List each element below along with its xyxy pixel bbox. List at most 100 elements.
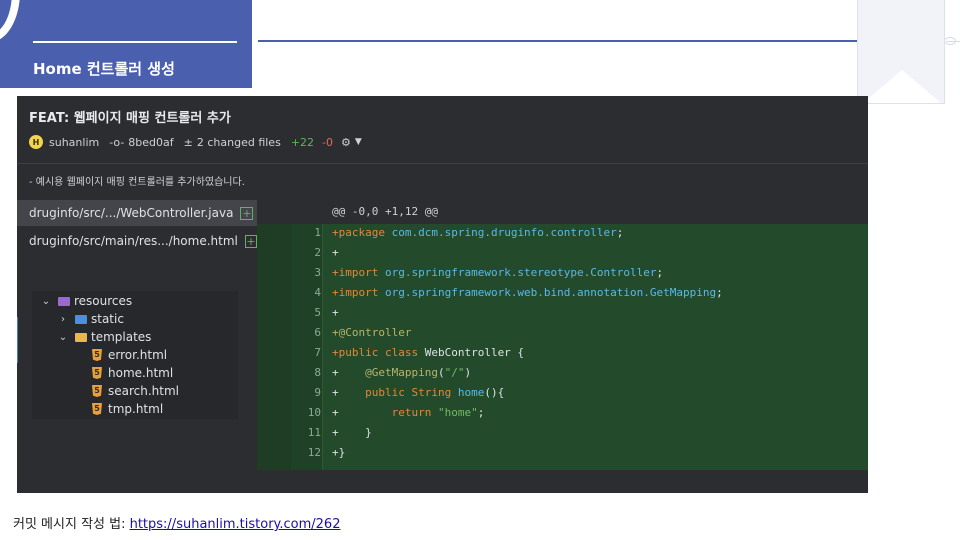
code-text: + bbox=[332, 246, 339, 259]
tree-label: search.html bbox=[108, 384, 180, 398]
title-block: Home 컨트롤러 생성 bbox=[0, 0, 252, 88]
chevron-down-icon[interactable]: ⌄ bbox=[57, 332, 69, 343]
code-text: + @GetMapping("/") bbox=[332, 366, 472, 379]
code-line: 12 +} bbox=[257, 446, 868, 466]
line-number: 3 bbox=[314, 266, 321, 279]
code-line: 6 +@Controller bbox=[257, 326, 868, 346]
code-line: 7 +public class WebController { bbox=[257, 346, 868, 366]
tree-item-file[interactable]: 5 tmp.html bbox=[92, 401, 163, 417]
code-text: +import org.springframework.stereotype.C… bbox=[332, 266, 664, 279]
bookmark-decoration bbox=[857, 0, 945, 104]
tree-label: templates bbox=[91, 330, 152, 344]
line-number: 6 bbox=[314, 326, 321, 339]
code-line: 11 + } bbox=[257, 426, 868, 446]
html-file-icon: 5 bbox=[92, 403, 102, 415]
line-number: 11 bbox=[307, 426, 321, 439]
line-number: 4 bbox=[314, 286, 321, 299]
file-path-prefix: druginfo/src/.../ bbox=[29, 206, 121, 220]
settings-icon[interactable]: ⚙ bbox=[341, 136, 351, 149]
commit-hash[interactable]: 8bed0af bbox=[128, 136, 173, 149]
line-number: 7 bbox=[314, 346, 321, 359]
slide-title: Home 컨트롤러 생성 bbox=[33, 60, 175, 78]
tree-label: error.html bbox=[108, 348, 168, 362]
tree-item-file[interactable]: 5 search.html bbox=[92, 383, 179, 399]
code-line: 3 +import org.springframework.stereotype… bbox=[257, 266, 868, 286]
tree-label: static bbox=[91, 312, 124, 326]
decorative-arc bbox=[0, 0, 20, 42]
bookmark-notch bbox=[862, 70, 942, 103]
code-text: + bbox=[332, 306, 339, 319]
project-tree: ⌄ resources › static ⌄ templates 5 error… bbox=[32, 291, 238, 419]
line-number: 2 bbox=[314, 246, 321, 259]
code-line: 5 + bbox=[257, 306, 868, 326]
tree-label: home.html bbox=[108, 366, 174, 380]
selection-indicator bbox=[17, 317, 18, 363]
code-text: +} bbox=[332, 446, 346, 459]
folder-icon bbox=[75, 332, 87, 342]
commit-title: FEAT: 웹페이지 매핑 컨트롤러 추가 bbox=[29, 111, 231, 126]
html-file-icon: 5 bbox=[92, 367, 102, 379]
header-line bbox=[258, 40, 858, 42]
commit-description: - 예시용 웹페이지 매핑 컨트롤러를 추가하였습니다. bbox=[29, 177, 245, 188]
line-number: 8 bbox=[314, 366, 321, 379]
line-number: 9 bbox=[314, 386, 321, 399]
footer-label: 커밋 메시지 작성 법: bbox=[13, 517, 130, 532]
tree-label: tmp.html bbox=[108, 402, 164, 416]
tree-item-resources[interactable]: ⌄ resources bbox=[40, 293, 132, 309]
footer-link[interactable]: https://suhanlim.tistory.com/262 bbox=[130, 517, 341, 532]
header-tail bbox=[946, 41, 960, 42]
commit-icon: -o- bbox=[109, 135, 125, 149]
commit-meta: H suhanlim -o- 8bed0af ± 2 changed files… bbox=[29, 134, 362, 150]
slide: Home 컨트롤러 생성 FEAT: 웹페이지 매핑 컨트롤러 추가 H suh… bbox=[0, 0, 960, 540]
tree-label: resources bbox=[74, 294, 133, 308]
code-line: 2 + bbox=[257, 246, 868, 266]
file-added-icon: + bbox=[244, 234, 257, 248]
deletions-count: -0 bbox=[322, 135, 333, 149]
commit-screenshot: FEAT: 웹페이지 매핑 컨트롤러 추가 H suhanlim -o- 8be… bbox=[17, 96, 868, 493]
code-text: +import org.springframework.web.bind.ann… bbox=[332, 286, 723, 299]
file-added-icon: + bbox=[240, 206, 254, 220]
chevron-right-icon[interactable]: › bbox=[57, 314, 69, 325]
chevron-down-icon[interactable]: ▼ bbox=[355, 137, 362, 147]
chevron-down-icon[interactable]: ⌄ bbox=[40, 296, 52, 307]
footer-note: 커밋 메시지 작성 법: https://suhanlim.tistory.co… bbox=[13, 513, 340, 532]
tree-item-templates[interactable]: ⌄ templates bbox=[57, 329, 152, 345]
html-file-icon: 5 bbox=[92, 349, 102, 361]
code-text: +public class WebController { bbox=[332, 346, 525, 359]
diff-footer bbox=[257, 470, 868, 493]
code-line: 10 + return "home"; bbox=[257, 406, 868, 426]
additions-count: +22 bbox=[290, 135, 315, 149]
code-text: + } bbox=[332, 426, 372, 439]
html-file-icon: 5 bbox=[92, 385, 102, 397]
folder-icon bbox=[58, 296, 70, 306]
tree-item-static[interactable]: › static bbox=[57, 311, 124, 327]
code-line: 1 +package com.dcm.spring.druginfo.contr… bbox=[257, 226, 868, 246]
folder-icon bbox=[75, 314, 87, 324]
file-item[interactable]: druginfo/src/.../ WebController.java + bbox=[17, 200, 257, 226]
code-line: 9 + public String home(){ bbox=[257, 386, 868, 406]
line-number: 5 bbox=[314, 306, 321, 319]
changes-icon: ± bbox=[183, 135, 193, 149]
file-name: WebController.java bbox=[120, 206, 234, 220]
diff-body: 1 +package com.dcm.spring.druginfo.contr… bbox=[257, 224, 868, 470]
line-number: 10 bbox=[307, 406, 321, 419]
line-number: 12 bbox=[307, 446, 321, 459]
hunk-text: @@ -0,0 +1,12 @@ bbox=[332, 205, 438, 218]
code-text: +package com.dcm.spring.druginfo.control… bbox=[332, 226, 624, 239]
divider bbox=[17, 163, 868, 164]
code-text: +@Controller bbox=[332, 326, 412, 339]
changed-files[interactable]: 2 changed files bbox=[197, 136, 281, 149]
diff-view: @@ -0,0 +1,12 @@ 1 +package com.dcm.spri… bbox=[257, 198, 868, 493]
tree-item-file[interactable]: 5 error.html bbox=[92, 347, 167, 363]
tree-item-file[interactable]: 5 home.html bbox=[92, 365, 173, 381]
hunk-header: @@ -0,0 +1,12 @@ bbox=[257, 198, 868, 222]
code-line: 4 +import org.springframework.web.bind.a… bbox=[257, 286, 868, 306]
code-text: + return "home"; bbox=[332, 406, 485, 419]
commit-author[interactable]: suhanlim bbox=[49, 136, 99, 149]
line-number: 1 bbox=[314, 226, 321, 239]
file-item[interactable]: druginfo/src/main/res.../ home.html + bbox=[17, 228, 257, 254]
file-path-prefix: druginfo/src/main/res.../ bbox=[29, 234, 173, 248]
code-line: 8 + @GetMapping("/") bbox=[257, 366, 868, 386]
title-rule bbox=[33, 41, 237, 43]
avatar[interactable]: H bbox=[29, 135, 43, 149]
